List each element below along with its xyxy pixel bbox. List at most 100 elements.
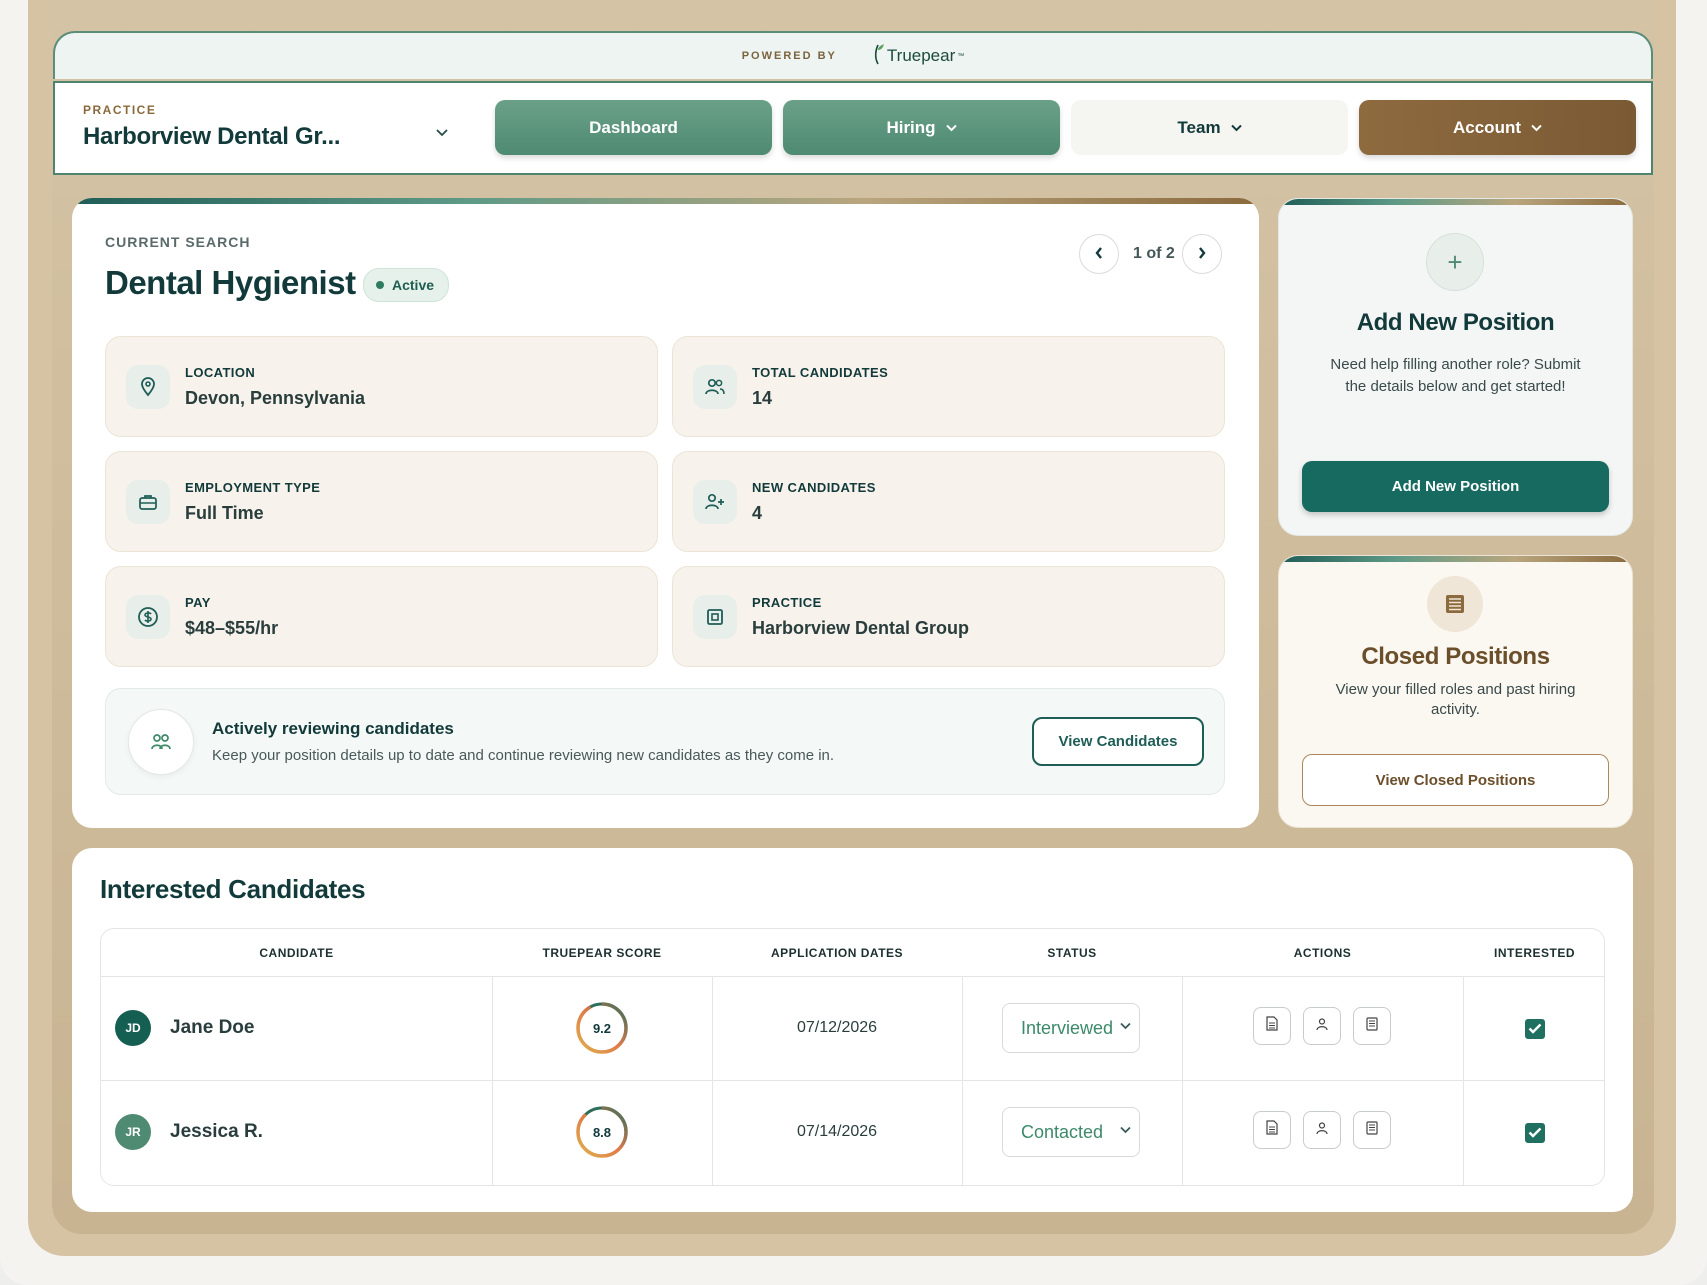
- employment-type-tile: EMPLOYMENT TYPE Full Time: [105, 451, 658, 552]
- status-select[interactable]: Interviewed: [1002, 1003, 1140, 1053]
- view-resume-button[interactable]: [1253, 1007, 1291, 1045]
- candidate-name[interactable]: Jane Doe: [170, 1017, 254, 1039]
- check-icon: [1528, 1021, 1542, 1037]
- dollar-icon: [126, 595, 170, 639]
- review-title: Actively reviewing candidates: [212, 719, 454, 738]
- dashboard-label: Dashboard: [589, 117, 678, 137]
- tile-value: Devon, Pennsylvania: [185, 388, 366, 408]
- add-position-card: + Add New Position Need help filling ano…: [1278, 198, 1633, 536]
- tile-label: PRACTICE: [752, 595, 822, 610]
- new-candidates-tile: NEW CANDIDATES 4: [672, 451, 1225, 552]
- practice-tile: PRACTICE Harborview Dental Group: [672, 566, 1225, 667]
- dashboard-button[interactable]: Dashboard: [495, 100, 772, 155]
- tile-label: TOTAL CANDIDATES: [752, 365, 889, 380]
- truepear-score: 9.2: [592, 1020, 612, 1036]
- candidate-name[interactable]: Jessica R.: [170, 1121, 263, 1143]
- previous-position-button[interactable]: [1079, 234, 1119, 274]
- chevron-down-icon[interactable]: [435, 125, 449, 141]
- column-header-interested: INTERESTED: [1493, 945, 1575, 960]
- add-new-position-button[interactable]: Add New Position: [1302, 461, 1609, 512]
- brand-name: Truepear: [886, 46, 956, 65]
- tile-label: LOCATION: [185, 365, 256, 380]
- closed-positions-title: Closed Positions: [1361, 643, 1550, 670]
- section-title: Interested Candidates: [100, 874, 366, 904]
- card-accent-stripe: [1279, 556, 1632, 562]
- next-position-button[interactable]: [1182, 234, 1222, 274]
- card-accent-stripe: [1279, 199, 1632, 205]
- position-title: Dental Hygienist: [105, 264, 356, 301]
- avatar: JR: [115, 1114, 151, 1150]
- interested-candidates-card: Interested Candidates CANDIDATE TRUEPEAR…: [72, 848, 1633, 1212]
- tile-label: EMPLOYMENT TYPE: [185, 480, 321, 495]
- document-icon: [1266, 1120, 1278, 1140]
- powered-by-bar: POWERED BY Truepear ™: [53, 31, 1653, 79]
- account-label: Account: [1453, 117, 1521, 137]
- notes-icon: [1366, 1016, 1378, 1036]
- brand-logo: Truepear ™: [871, 43, 964, 70]
- interested-checkbox[interactable]: [1525, 1123, 1545, 1143]
- briefcase-icon: [126, 480, 170, 524]
- team-menu-button[interactable]: Team: [1071, 100, 1348, 155]
- column-divider: [1182, 976, 1183, 1185]
- avatar: JD: [115, 1010, 151, 1046]
- check-icon: [1528, 1125, 1542, 1141]
- view-resume-button[interactable]: [1253, 1111, 1291, 1149]
- chevron-down-icon: [1120, 1019, 1131, 1033]
- row-divider: [101, 976, 1604, 977]
- view-profile-button[interactable]: [1303, 1111, 1341, 1149]
- view-notes-button[interactable]: [1353, 1007, 1391, 1045]
- column-divider: [1463, 976, 1464, 1185]
- chevron-down-icon: [1230, 121, 1242, 135]
- view-notes-button[interactable]: [1353, 1111, 1391, 1149]
- tile-value: 4: [752, 503, 763, 523]
- view-candidates-button[interactable]: View Candidates: [1032, 717, 1204, 766]
- current-search-card: CURRENT SEARCH Dental Hygienist Active 1…: [72, 198, 1259, 828]
- practice-name: Harborview Dental Gr...: [83, 123, 341, 150]
- brand-tm: ™: [957, 52, 965, 60]
- closed-positions-card: Closed Positions View your filled roles …: [1278, 555, 1633, 828]
- hiring-menu-button[interactable]: Hiring: [783, 100, 1060, 155]
- account-menu-button[interactable]: Account: [1359, 100, 1636, 155]
- status-badge: Active: [363, 268, 450, 302]
- column-header-status: STATUS: [1047, 945, 1097, 960]
- document-list-icon: [1427, 576, 1483, 632]
- row-divider: [101, 1080, 1604, 1081]
- status-select[interactable]: Contacted: [1002, 1107, 1140, 1157]
- application-date: 07/12/2026: [796, 1019, 878, 1036]
- tile-label: NEW CANDIDATES: [752, 480, 876, 495]
- notes-icon: [1366, 1120, 1378, 1140]
- tile-value: 14: [752, 388, 773, 408]
- column-divider: [962, 976, 963, 1185]
- chevron-down-icon: [1120, 1123, 1131, 1137]
- truepear-score: 8.8: [592, 1124, 612, 1140]
- status-value: Interviewed: [1021, 1017, 1114, 1038]
- closed-positions-description: View your filled roles and past hiring a…: [1335, 681, 1576, 718]
- nav-bar: PRACTICE Harborview Dental Gr... Dashboa…: [53, 81, 1653, 175]
- column-header-score: TRUEPEAR SCORE: [542, 945, 662, 960]
- card-accent-stripe: [72, 198, 1259, 204]
- tile-value: Full Time: [185, 503, 264, 523]
- practice-selector[interactable]: PRACTICE Harborview Dental Gr...: [83, 103, 463, 151]
- pay-tile: PAY $48–$55/hr: [105, 566, 658, 667]
- column-header-dates: APPLICATION DATES: [770, 945, 904, 960]
- tile-value: Harborview Dental Group: [752, 618, 970, 638]
- users-icon: [693, 365, 737, 409]
- powered-by-label: POWERED BY: [741, 50, 837, 62]
- application-date: 07/14/2026: [796, 1123, 878, 1140]
- status-dot: [376, 281, 384, 289]
- map-pin-icon: [126, 365, 170, 409]
- team-label: Team: [1177, 117, 1221, 137]
- users-icon: [128, 709, 194, 775]
- chevron-down-icon: [1531, 121, 1542, 135]
- chevron-down-icon: [945, 121, 957, 135]
- document-icon: [1266, 1016, 1278, 1036]
- view-profile-button[interactable]: [1303, 1007, 1341, 1045]
- review-description: Keep your position details up to date an…: [212, 747, 835, 764]
- chevron-left-icon: [1094, 244, 1104, 265]
- review-status-box: Actively reviewing candidates Keep your …: [105, 688, 1225, 795]
- tile-label: PAY: [185, 595, 211, 610]
- add-position-description: Need help filling another role? Submit t…: [1330, 356, 1581, 395]
- view-closed-positions-button[interactable]: View Closed Positions: [1302, 754, 1609, 806]
- hiring-label: Hiring: [886, 117, 936, 137]
- interested-checkbox[interactable]: [1525, 1019, 1545, 1039]
